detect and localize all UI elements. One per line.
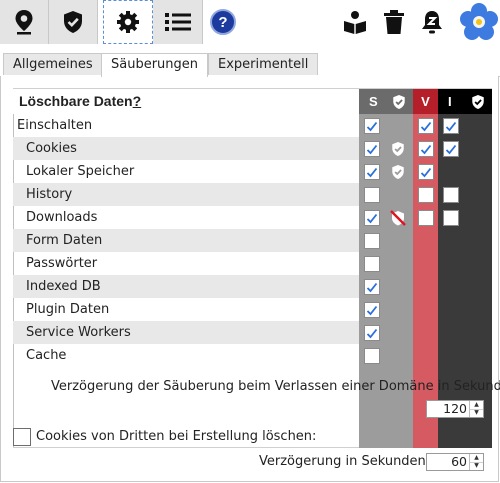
table-row: Plugin Daten [13,298,492,321]
help-label: ? [218,13,228,31]
row-label: Downloads [26,210,98,225]
table-title: Löschbare Daten? [13,89,141,114]
row-label: Form Daten [13,229,359,252]
protected-shield-icon [391,141,405,161]
table-row: Form Daten [13,229,492,252]
stepper-down-icon[interactable]: ▼ [470,461,483,471]
table-row: Passwörter [13,252,492,275]
deletable-data-table: Löschbare Daten? S V I Einschalten Cooki… [13,88,492,448]
table-title-text: Löschbare Daten [19,93,133,109]
row-label: Passwörter [26,256,98,271]
protected-shield-icon [391,164,405,184]
log-button[interactable] [153,0,203,44]
tab-general[interactable]: Allgemeines [3,53,103,75]
trash-icon [384,10,404,34]
instant-checkbox[interactable] [443,118,459,134]
stepper-down-icon[interactable]: ▼ [470,408,483,418]
third-party-cookies-checkbox[interactable] [13,428,31,446]
leave-checkbox[interactable] [418,164,434,180]
whitelist-button[interactable] [49,0,98,44]
leave-checkbox[interactable] [418,118,434,134]
instant-checkbox[interactable] [443,141,459,157]
row-label: Service Workers [13,321,359,344]
startup-checkbox[interactable] [364,233,380,249]
row-label: Cache [26,348,67,363]
table-help-link[interactable]: ? [133,93,142,109]
row-label: Lokaler Speicher [26,164,135,179]
clean-now-button[interactable] [380,0,408,44]
delay-domain-value: 120 [443,401,467,416]
table-row: Cache [13,344,492,367]
delay-domain-input[interactable]: 120 ▲ ▼ [426,400,484,418]
row-label: Cookies [13,137,359,160]
gear-icon [117,11,139,33]
startup-checkbox[interactable] [364,256,380,272]
col-i-label: I [448,94,452,109]
stepper-up-icon[interactable]: ▲ [470,401,483,409]
book-reader-icon [344,11,366,34]
tab-cleanup[interactable]: Säuberungen [101,53,209,77]
shield-check-icon [64,11,82,33]
stepper-up-icon[interactable]: ▲ [470,454,483,462]
leave-checkbox[interactable] [418,141,434,157]
delay-domain-label: Verzögerung der Säuberung beim Verlassen… [51,379,500,394]
settings-button[interactable] [103,0,153,44]
flower-logo-icon [460,3,498,40]
delay-domain-stepper[interactable]: ▲ ▼ [469,401,483,417]
startup-checkbox[interactable] [364,118,380,134]
reading-mode-button[interactable] [340,0,370,44]
col-v-header: V [413,89,438,114]
startup-checkbox[interactable] [364,302,380,318]
leave-checkbox[interactable] [418,210,434,226]
list-icon [164,13,191,31]
startup-checkbox[interactable] [364,348,380,364]
row-label: Einschalten [17,118,93,133]
col-s-label: S [369,94,378,109]
cleanup-panel: Löschbare Daten? S V I Einschalten Cooki… [0,76,500,482]
row-label: Indexed DB [13,275,359,298]
bell-z-icon [422,11,442,34]
row-label: Plugin Daten [26,302,110,317]
col-s-header: S [359,89,413,114]
table-bottom-border [13,447,359,448]
startup-checkbox[interactable] [364,141,380,157]
forbidden-shield-icon[interactable] [389,209,407,231]
toolbar: ? [0,0,500,46]
delay-seconds-label: Verzögerung in Sekunden: [259,454,431,469]
table-row: Indexed DB [13,275,492,298]
help-button[interactable]: ? [207,0,239,44]
snooze-button[interactable] [417,0,447,44]
help-circle-icon: ? [210,9,236,35]
col-v-label: V [421,94,430,109]
startup-checkbox[interactable] [364,164,380,180]
site-rules-button[interactable] [0,0,49,44]
forget-me-not-logo [458,0,500,44]
startup-checkbox[interactable] [364,325,380,341]
instant-checkbox[interactable] [443,187,459,203]
instant-checkbox[interactable] [443,210,459,226]
shield-check-icon [393,94,405,109]
delay-seconds-value: 60 [451,454,467,469]
table-row: Service Workers [13,321,492,344]
delay-seconds-stepper[interactable]: ▲ ▼ [469,454,483,470]
tab-bar: Allgemeines Säuberungen Experimentell [0,53,500,77]
table-header: Löschbare Daten? S V I [13,88,492,114]
third-party-cookies-label: Cookies von Dritten bei Erstellung lösch… [36,429,317,444]
tab-experimental[interactable]: Experimentell [208,53,319,75]
startup-checkbox[interactable] [364,279,380,295]
location-pin-icon [15,10,33,35]
leave-checkbox[interactable] [418,187,434,203]
row-label: History [13,183,359,206]
delay-seconds-input[interactable]: 60 ▲ ▼ [426,453,484,471]
col-i-header: I [438,89,492,114]
startup-checkbox[interactable] [364,210,380,226]
startup-checkbox[interactable] [364,187,380,203]
shield-check-icon [472,94,484,109]
